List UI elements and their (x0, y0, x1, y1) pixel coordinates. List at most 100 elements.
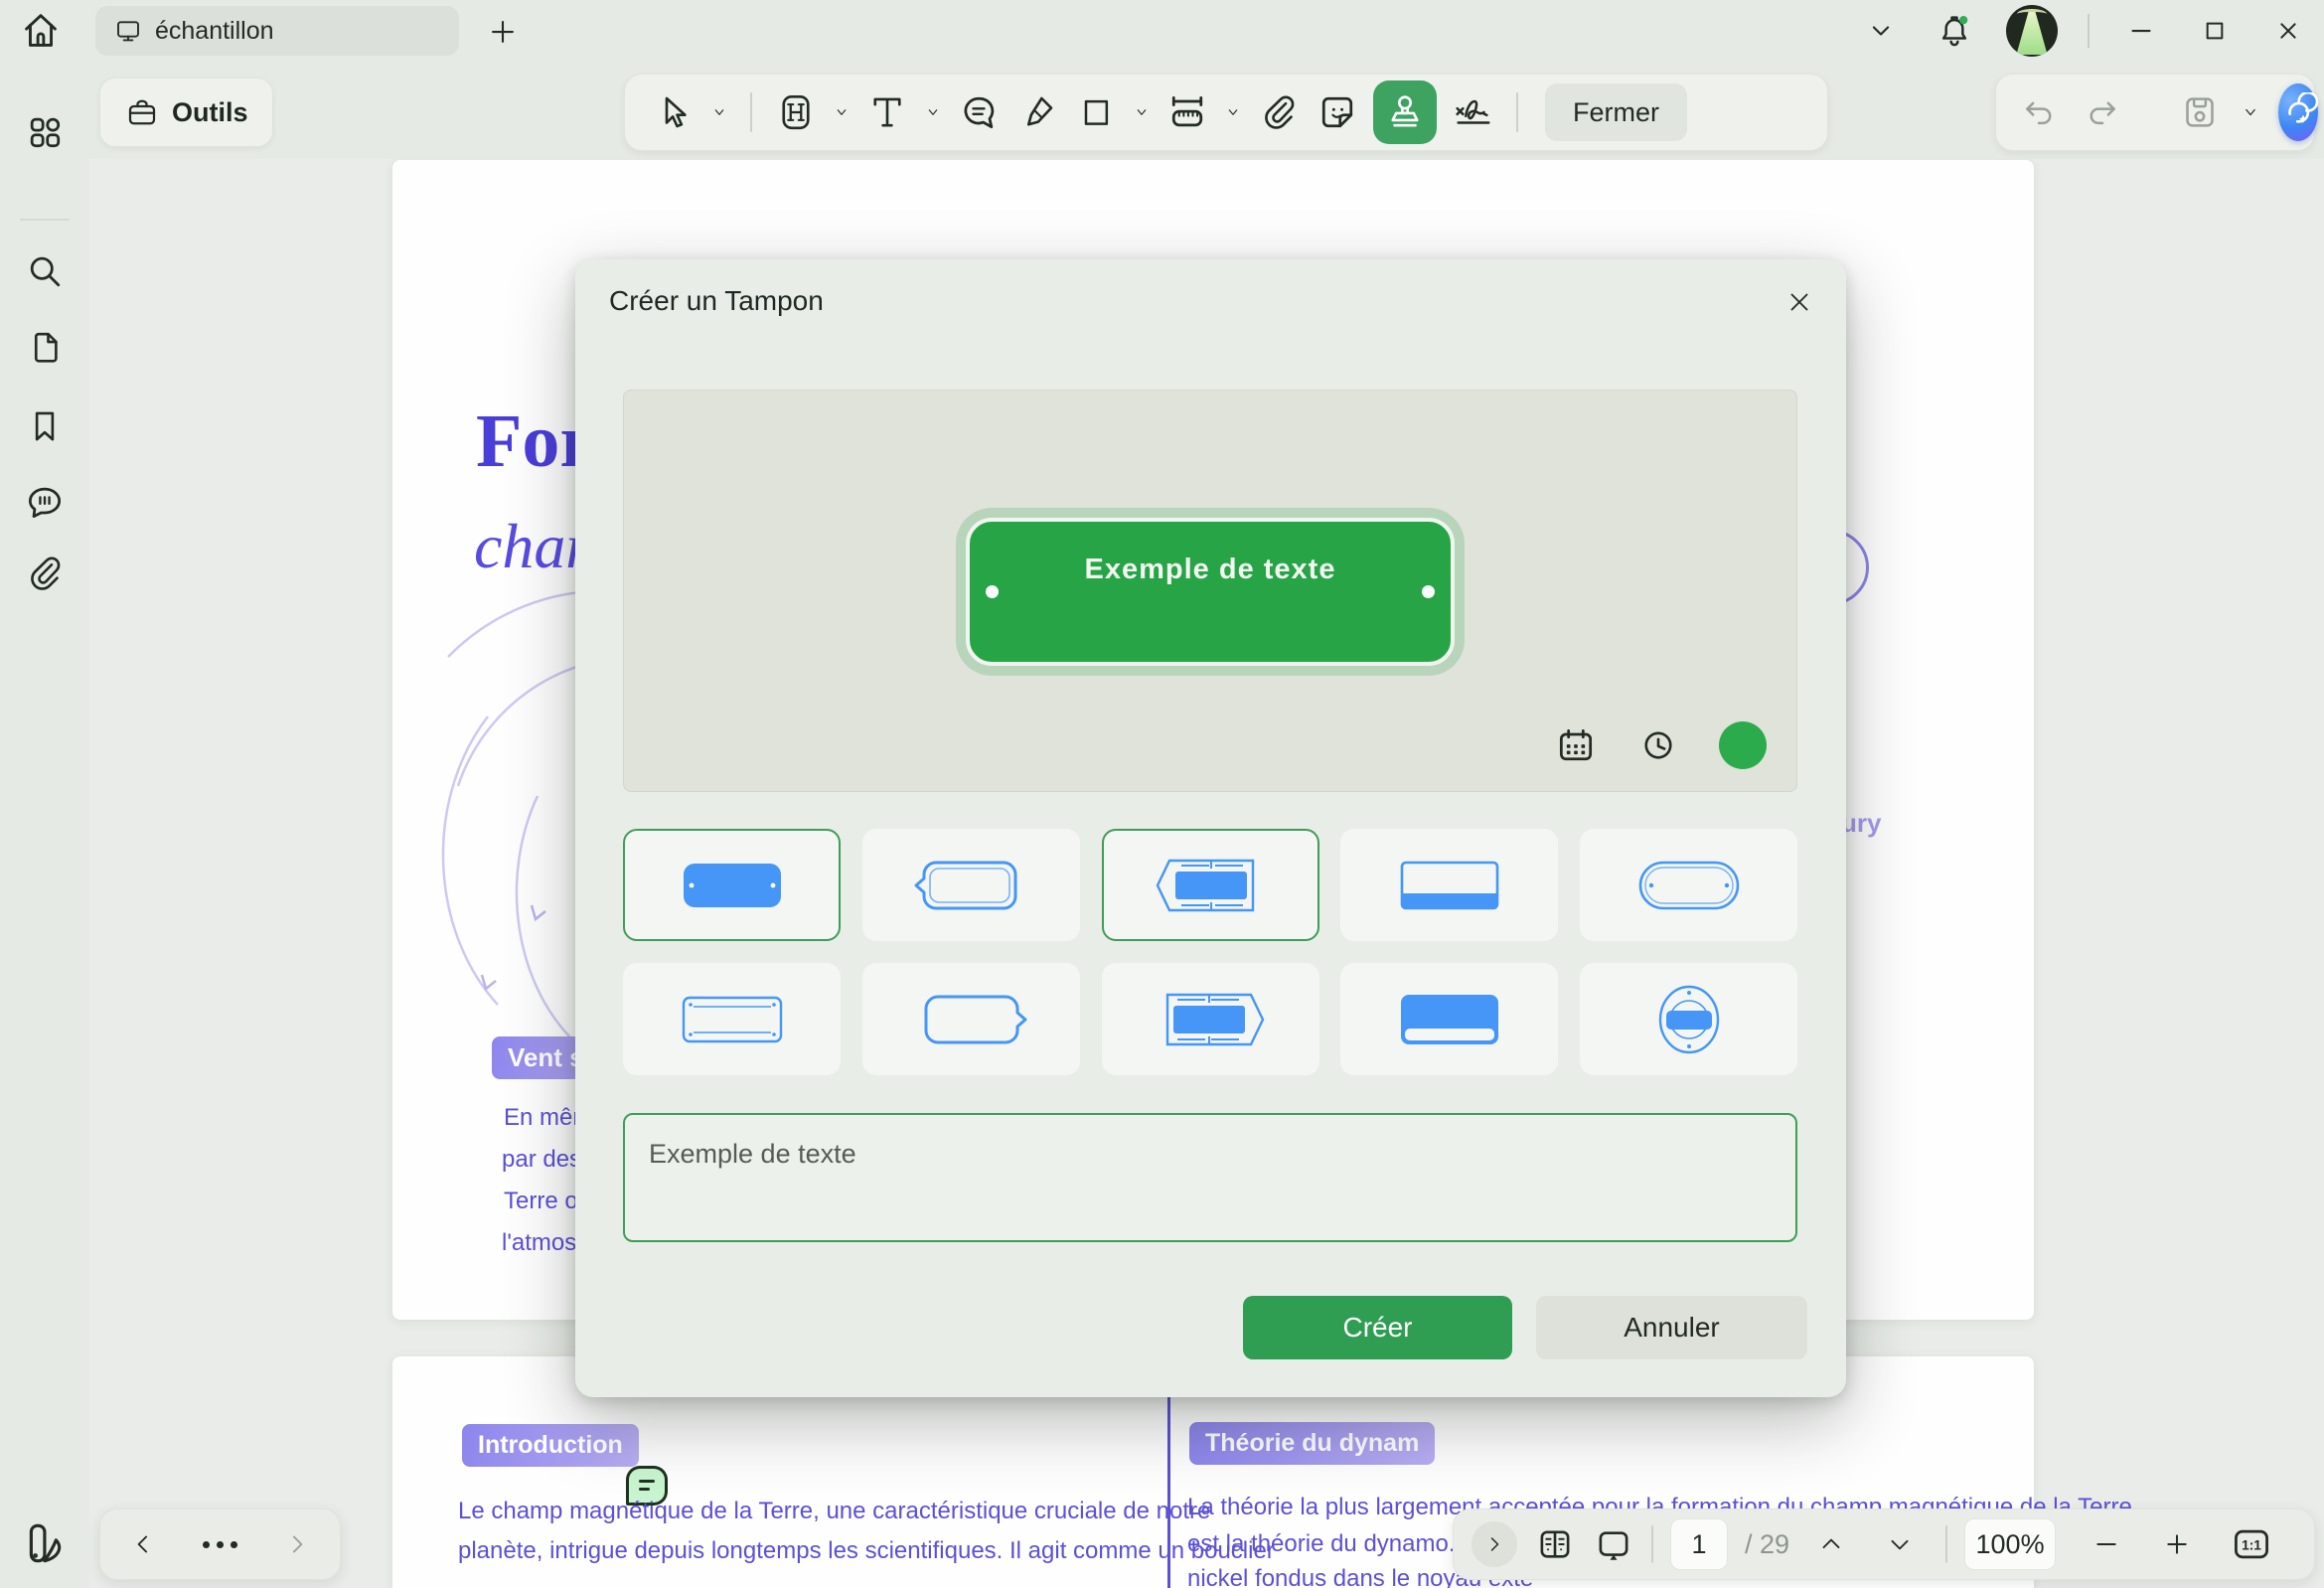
chevron-right-icon (282, 1529, 312, 1559)
grid-icon (23, 110, 67, 154)
close-icon (1784, 287, 1814, 317)
stamp-template-solid-strip[interactable] (1340, 963, 1558, 1075)
calendar-icon (1554, 723, 1598, 767)
dialog-header: Créer un Tampon (575, 259, 1846, 343)
stamp-preview-area: Exemple de texte (623, 390, 1797, 792)
presentation-mode-button[interactable] (1593, 1523, 1634, 1565)
stamp-template-tag-left[interactable] (862, 829, 1080, 941)
stamp-template-solid-rounded[interactable] (623, 829, 841, 941)
stamp-template-tag-right[interactable] (862, 963, 1080, 1075)
square-icon (1076, 92, 1116, 132)
paperclip-icon (24, 553, 66, 594)
comment-tool-button[interactable] (956, 85, 1002, 139)
comment-lines-icon (957, 90, 1001, 134)
maximize-button[interactable] (2193, 9, 2237, 53)
cancel-button[interactable]: Annuler (1536, 1296, 1807, 1359)
column-divider (1167, 1392, 1170, 1588)
history-toolbar (1995, 74, 2315, 151)
heading-tool-dropdown[interactable] (832, 103, 852, 121)
measure-tool-dropdown[interactable] (1223, 103, 1243, 121)
signature-icon (1450, 89, 1495, 135)
sidebar-item-panels[interactable] (22, 109, 68, 155)
resize-handle-left[interactable] (986, 585, 999, 598)
app-logo[interactable] (22, 1518, 72, 1570)
sidebar-item-search[interactable] (22, 248, 68, 294)
shape-tool-button[interactable] (1073, 85, 1119, 139)
select-tool-dropdown[interactable] (709, 103, 729, 121)
insert-time-button[interactable] (1637, 724, 1679, 766)
measure-tool-button[interactable] (1164, 85, 1210, 139)
ai-assistant-button[interactable] (2278, 83, 2318, 141)
stamp-tool-button[interactable] (1373, 80, 1437, 144)
document-tab[interactable]: échantillon (95, 6, 459, 56)
page-total-label: / 29 (1745, 1529, 1789, 1560)
stamp-template-bottom-bar[interactable] (1340, 829, 1558, 941)
stamp-template-bottom-bar-icon (1375, 847, 1524, 924)
nav-back-button[interactable] (128, 1529, 158, 1559)
save-dropdown[interactable] (2241, 102, 2260, 122)
stamp-color-picker[interactable] (1719, 721, 1767, 769)
minimize-icon (2124, 14, 2158, 48)
heading-tool-button[interactable] (773, 85, 819, 139)
resize-handle-right[interactable] (1422, 585, 1435, 598)
page-layout-button[interactable] (1534, 1523, 1576, 1565)
highlighter-tool-button[interactable] (1014, 85, 1060, 139)
create-button[interactable]: Créer (1243, 1296, 1512, 1359)
notifications-button[interactable] (1933, 9, 1976, 53)
stamp-template-banner-right-icon (1136, 981, 1285, 1058)
attach-tool-button[interactable] (1256, 85, 1302, 139)
stamp-template-oval-outline[interactable] (1580, 829, 1797, 941)
redo-button[interactable] (2080, 85, 2125, 139)
sidebar-item-bookmarks[interactable] (22, 403, 68, 449)
text-tool-button[interactable] (864, 85, 910, 139)
nav-more-button[interactable] (203, 1541, 237, 1548)
stamp-template-certificate-icon (658, 981, 807, 1058)
chevron-down-icon (833, 103, 851, 121)
stamp-template-banner-right[interactable] (1102, 963, 1319, 1075)
text-tool-dropdown[interactable] (923, 103, 943, 121)
insert-date-button[interactable] (1554, 723, 1598, 767)
minimize-button[interactable] (2119, 9, 2163, 53)
stamp-template-certificate[interactable] (623, 963, 841, 1075)
select-tool-button[interactable] (651, 85, 697, 139)
stamp-template-seal[interactable] (1580, 963, 1797, 1075)
undo-button[interactable] (2016, 85, 2062, 139)
close-toolbar-button[interactable]: Fermer (1545, 83, 1687, 141)
collapse-toolbar-button[interactable] (1859, 9, 1903, 53)
zoom-in-button[interactable] (2161, 1528, 2193, 1560)
previous-page-button[interactable] (1816, 1529, 1846, 1559)
clock-icon (1637, 724, 1679, 766)
nav-forward-button[interactable] (282, 1529, 312, 1559)
chevron-down-icon (2241, 102, 2260, 122)
expand-panel-button[interactable] (1472, 1521, 1517, 1567)
dialog-actions: Créer Annuler (575, 1296, 1846, 1361)
stamp-text-input[interactable]: Exemple de texte (623, 1113, 1797, 1242)
next-page-button[interactable] (1885, 1529, 1915, 1559)
actual-size-button[interactable]: 1:1 (2230, 1522, 2273, 1566)
history-nav-bar (99, 1509, 341, 1580)
page-number-input[interactable] (1670, 1518, 1728, 1570)
sidebar-item-pages[interactable] (22, 326, 68, 372)
stamp-template-oval-outline-icon (1615, 847, 1764, 924)
signature-tool-button[interactable] (1450, 85, 1495, 139)
avatar[interactable] (2006, 5, 2058, 57)
chevron-up-icon (1816, 1529, 1846, 1559)
dialog-close-button[interactable] (1781, 283, 1818, 321)
new-tab-button[interactable] (483, 12, 523, 52)
create-stamp-dialog: Créer un Tampon Exemple de texte (575, 259, 1846, 1397)
close-window-button[interactable] (2266, 9, 2310, 53)
sticker-tool-button[interactable] (1315, 85, 1360, 139)
shape-tool-dropdown[interactable] (1132, 103, 1152, 121)
bell-icon (1935, 11, 1974, 51)
tools-button[interactable]: Outils (99, 78, 273, 147)
page-icon (24, 328, 66, 370)
home-button[interactable] (18, 8, 64, 54)
save-button[interactable] (2177, 85, 2223, 139)
sidebar-item-comments[interactable] (22, 479, 68, 525)
zoom-out-button[interactable] (2091, 1528, 2122, 1560)
sidebar-item-attachments[interactable] (22, 551, 68, 596)
zoom-level-value[interactable]: 100% (1964, 1518, 2056, 1570)
stamp-preview[interactable]: Exemple de texte (966, 518, 1455, 666)
stamp-template-banner-left[interactable] (1102, 829, 1319, 941)
statusbar-divider (1651, 1525, 1653, 1563)
